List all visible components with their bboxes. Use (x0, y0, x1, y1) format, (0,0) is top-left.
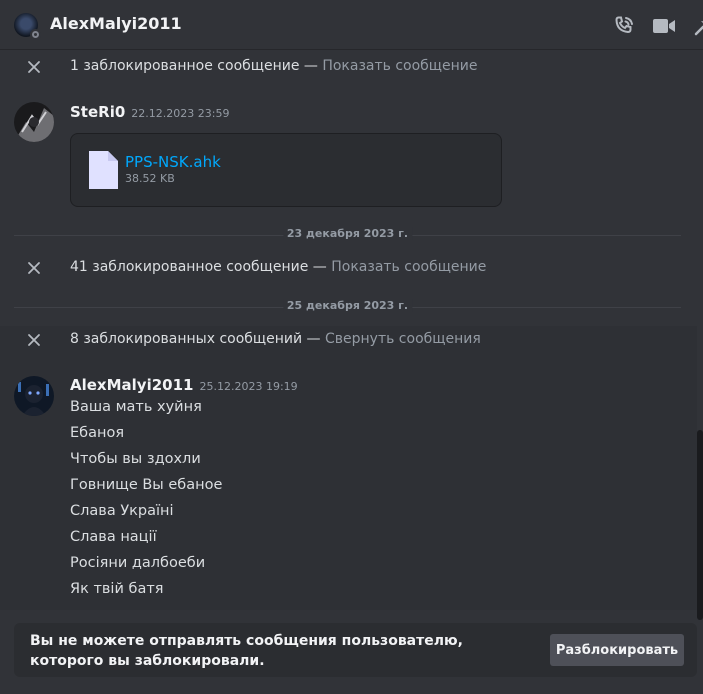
message-header: SteRi0 22.12.2023 23:59 (70, 103, 229, 121)
voice-call-icon[interactable] (612, 14, 636, 38)
blocked-count-label: 41 заблокированное сообщение — (70, 259, 332, 275)
date-divider: 23 декабря 2023 г. (14, 227, 681, 240)
message-timestamp: 22.12.2023 23:59 (131, 107, 230, 120)
blocked-messages-notice: 41 заблокированное сообщение — Показать … (0, 253, 703, 283)
message-line: Як твій батя (70, 581, 164, 597)
message-line: Росіяни далбоеби (70, 555, 206, 571)
message-line: Говнище Вы ебаное (70, 477, 223, 493)
message-timestamp: 25.12.2023 19:19 (199, 380, 298, 393)
video-call-icon[interactable] (652, 14, 676, 38)
blocked-messages-notice: 8 заблокированных сообщений — Свернуть с… (0, 325, 703, 355)
avatar-alexmalyi2011[interactable] (14, 376, 54, 416)
avatar-image (14, 102, 54, 142)
offline-status-icon (30, 29, 41, 40)
close-icon[interactable] (27, 261, 41, 275)
message-line: Слава Україні (70, 503, 174, 519)
close-icon[interactable] (27, 60, 41, 74)
file-icon (89, 151, 118, 189)
file-name-link[interactable]: PPS-NSK.ahk (125, 153, 221, 171)
file-size: 38.52 KB (125, 172, 175, 185)
message-line: Чтобы вы здохли (70, 451, 201, 467)
pin-icon[interactable] (692, 14, 703, 38)
blocked-notice-text: 1 заблокированное сообщение — Показать с… (70, 58, 477, 74)
dm-title[interactable]: AlexMalyi2011 (50, 14, 182, 33)
blocked-messages-notice: 1 заблокированное сообщение — Показать с… (0, 52, 703, 82)
message-line: Ебаноя (70, 425, 125, 441)
author-name[interactable]: AlexMalyi2011 (70, 376, 193, 394)
collapse-messages-link[interactable]: Свернуть сообщения (325, 331, 481, 347)
blocked-count-label: 8 заблокированных сообщений — (70, 331, 325, 347)
file-attachment: PPS-NSK.ahk 38.52 KB (70, 133, 502, 207)
blocked-user-footer: Вы не можете отправлять сообщения пользо… (14, 623, 697, 677)
channel-header: AlexMalyi2011 (0, 0, 703, 50)
message-line: Ваша мать хуйня (70, 399, 202, 415)
blocked-notice-text: 41 заблокированное сообщение — Показать … (70, 259, 486, 275)
date-divider-label: 25 декабря 2023 г. (282, 299, 413, 312)
show-message-link[interactable]: Показать сообщение (331, 259, 486, 275)
date-divider-label: 23 декабря 2023 г. (282, 227, 413, 240)
blocked-notice-message: Вы не можете отправлять сообщения пользо… (30, 633, 463, 669)
avatar-steri0[interactable] (14, 102, 54, 142)
blocked-notice-text: 8 заблокированных сообщений — Свернуть с… (70, 331, 481, 347)
message-header: AlexMalyi2011 25.12.2023 19:19 (70, 376, 298, 394)
dm-user-avatar[interactable] (14, 13, 41, 40)
date-divider: 25 декабря 2023 г. (14, 299, 681, 312)
author-name[interactable]: SteRi0 (70, 103, 125, 121)
blocked-count-label: 1 заблокированное сообщение — (70, 58, 323, 74)
avatar-image (14, 376, 54, 416)
scrollbar[interactable] (697, 430, 703, 620)
show-message-link[interactable]: Показать сообщение (322, 58, 477, 74)
close-icon[interactable] (27, 333, 41, 347)
message-line: Слава нації (70, 529, 157, 545)
unblock-button[interactable]: Разблокировать (550, 634, 684, 666)
